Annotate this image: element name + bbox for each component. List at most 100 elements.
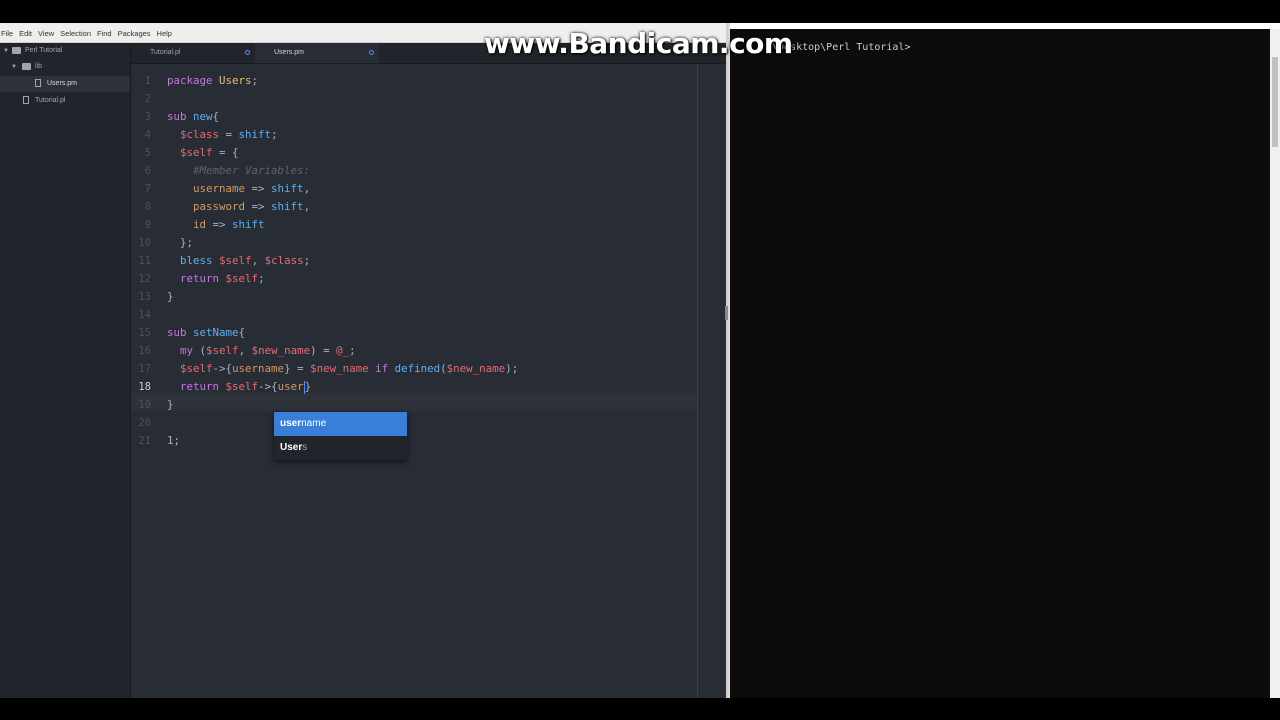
folder-icon bbox=[22, 63, 31, 70]
code-line: } bbox=[167, 396, 174, 414]
code-token: new bbox=[193, 110, 213, 123]
code-token: = bbox=[219, 128, 239, 141]
code-token: sub bbox=[167, 110, 187, 123]
tree-file-label: Users.pm bbox=[47, 80, 77, 87]
tab-users-pm[interactable]: Users.pm bbox=[255, 43, 379, 63]
code-token: ; bbox=[258, 272, 265, 285]
menu-edit[interactable]: Edit bbox=[16, 24, 35, 43]
code-token: shift bbox=[271, 200, 304, 213]
code-token: ); bbox=[505, 362, 519, 375]
suggestion-match: user bbox=[280, 418, 302, 429]
code-token: shift bbox=[232, 218, 265, 231]
code-line: package Users; bbox=[167, 72, 258, 90]
code-token: if bbox=[375, 362, 389, 375]
tree-file-tutorial-pl[interactable]: Tutorial.pl bbox=[0, 93, 130, 109]
line-number: 3 bbox=[144, 111, 151, 123]
code-token: id bbox=[193, 218, 207, 231]
menu-selection[interactable]: Selection bbox=[57, 24, 94, 43]
suggestion-rest: s bbox=[302, 442, 308, 453]
code-token: ( bbox=[193, 344, 207, 357]
code-token: ; bbox=[303, 254, 311, 267]
code-token: } = bbox=[284, 362, 311, 375]
modified-dot-icon[interactable] bbox=[245, 50, 250, 55]
console-scrollbar[interactable] bbox=[1270, 29, 1280, 698]
code-token: ; bbox=[251, 74, 259, 87]
wrap-guide bbox=[697, 64, 698, 698]
code-token: $self bbox=[219, 254, 252, 267]
code-line: } bbox=[167, 288, 174, 306]
tree-file-users-pm[interactable]: Users.pm bbox=[0, 76, 130, 92]
code-token: ) = bbox=[310, 344, 337, 357]
tab-tutorial-pl[interactable]: Tutorial.pl bbox=[131, 43, 255, 63]
code-line: 1; bbox=[167, 432, 180, 450]
code-token: => bbox=[206, 218, 233, 231]
chevron-down-icon: ▼ bbox=[11, 64, 17, 70]
code-line: $class = shift; bbox=[167, 126, 278, 144]
code-token: $class bbox=[180, 128, 220, 141]
code-line: username => shift, bbox=[167, 180, 310, 198]
console-window[interactable]: \Desktop\Perl Tutorial> bbox=[728, 23, 1280, 698]
tree-view: ▼ Perl Tutorial ▼ lib Users.pm Tutorial.… bbox=[0, 43, 131, 698]
tree-project-folder[interactable]: ▼ Perl Tutorial bbox=[0, 43, 130, 59]
scrollbar-thumb[interactable] bbox=[1272, 57, 1278, 147]
line-number: 15 bbox=[138, 327, 151, 339]
code-token: package bbox=[167, 74, 213, 87]
code-token: defined bbox=[394, 362, 441, 375]
code-token: , bbox=[238, 344, 252, 357]
code-token: ; bbox=[271, 128, 278, 141]
line-number: 18 bbox=[138, 381, 151, 393]
menu-find[interactable]: Find bbox=[94, 24, 115, 43]
code-token: Users bbox=[219, 74, 252, 87]
line-number: 8 bbox=[144, 201, 151, 213]
code-token: } bbox=[167, 290, 174, 303]
code-token: }; bbox=[167, 236, 194, 249]
menu-help[interactable]: Help bbox=[154, 24, 175, 43]
menu-view[interactable]: View bbox=[35, 24, 57, 43]
console-title-bar bbox=[730, 23, 1280, 29]
code-line: $self = { bbox=[167, 144, 239, 162]
line-number: 16 bbox=[138, 345, 151, 357]
code-token: setName bbox=[193, 326, 239, 339]
code-token: = { bbox=[212, 146, 239, 159]
code-token: user bbox=[277, 380, 304, 393]
folder-icon bbox=[12, 47, 21, 54]
code-token: , bbox=[251, 254, 265, 267]
line-number: 19 bbox=[138, 399, 151, 411]
autocomplete-popup: username Users bbox=[274, 412, 407, 460]
tree-folder-lib[interactable]: ▼ lib bbox=[0, 59, 130, 75]
line-number: 11 bbox=[138, 255, 151, 267]
code-editor[interactable]: package Users; sub new { $class = shift; $… bbox=[167, 64, 697, 698]
code-token: password bbox=[193, 200, 246, 213]
code-token: $self bbox=[225, 272, 259, 285]
code-line: return $self; bbox=[167, 270, 265, 288]
menu-file[interactable]: File bbox=[0, 24, 16, 43]
code-token: @_ bbox=[336, 344, 350, 357]
code-token: shift bbox=[238, 128, 272, 141]
code-token: , bbox=[303, 182, 311, 195]
menu-packages[interactable]: Packages bbox=[115, 24, 154, 43]
code-line: bless $self, $class; bbox=[167, 252, 310, 270]
bandicam-watermark: www.Bandicam.com bbox=[484, 27, 793, 60]
line-number: 14 bbox=[138, 309, 151, 321]
line-number: 5 bbox=[144, 147, 151, 159]
code-token: sub bbox=[167, 326, 187, 339]
code-token: $class bbox=[264, 254, 304, 267]
code-line: password => shift, bbox=[167, 198, 310, 216]
modified-dot-icon[interactable] bbox=[369, 50, 374, 55]
line-number: 12 bbox=[138, 273, 151, 285]
code-token: { bbox=[238, 326, 246, 339]
autocomplete-suggestion[interactable]: Users bbox=[274, 436, 407, 460]
code-token: $new_name bbox=[310, 362, 369, 375]
code-line: #Member Variables: bbox=[167, 162, 310, 180]
code-token: username bbox=[232, 362, 285, 375]
code-token: } bbox=[304, 380, 312, 393]
autocomplete-suggestion[interactable]: username bbox=[274, 412, 407, 436]
code-token: => bbox=[245, 200, 272, 213]
tree-file-label: Tutorial.pl bbox=[35, 97, 66, 104]
code-token: my bbox=[180, 344, 194, 357]
